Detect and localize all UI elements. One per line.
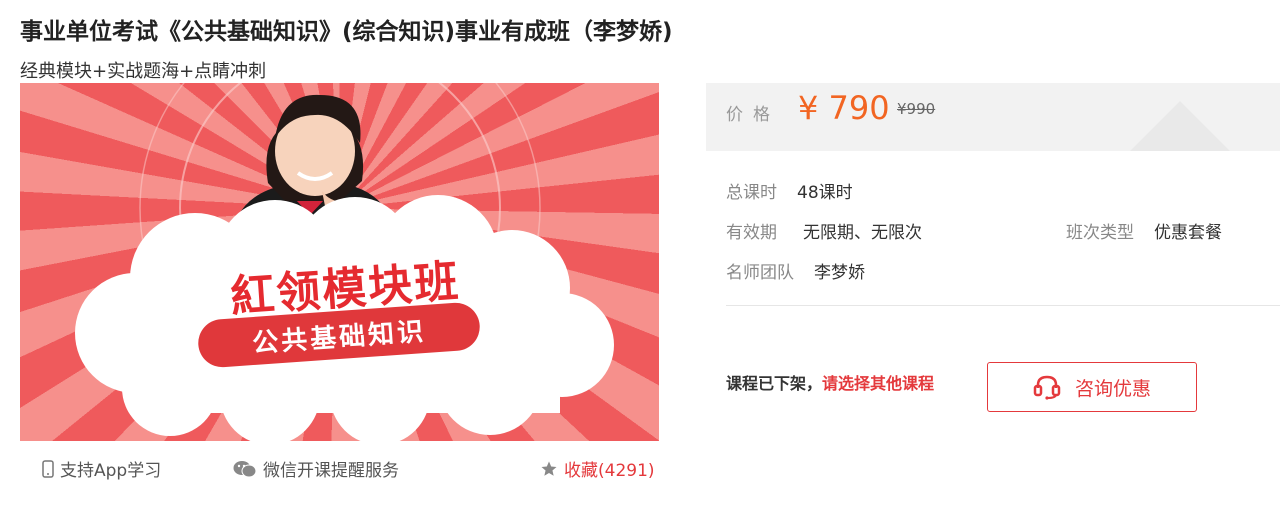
info-teacher: 名师团队 李梦娇 [726, 258, 865, 283]
price-decoration [1130, 101, 1230, 151]
course-subtitle: 经典模块+实战题海+点睛冲刺 [20, 61, 267, 82]
consult-button-label: 咨询优惠 [1074, 377, 1151, 400]
app-support-label: 支持App学习 [60, 461, 162, 481]
offline-hint: 请选择其他课程 [822, 374, 935, 393]
wechat-icon [233, 460, 257, 477]
price-panel: 价格 ¥ 790 ¥990 [706, 83, 1280, 151]
validity-value: 无限期、无限次 [803, 223, 922, 243]
teacher-value: 李梦娇 [814, 263, 865, 283]
headset-icon [1033, 375, 1061, 400]
wechat-reminder[interactable]: 微信开课提醒服务 [233, 456, 399, 481]
teacher-label: 名师团队 [726, 263, 794, 283]
info-validity: 有效期 无限期、无限次 [726, 218, 922, 243]
app-support[interactable]: 支持App学习 [42, 456, 161, 481]
info-total-hours: 总课时 48课时 [726, 178, 853, 203]
star-icon [541, 461, 557, 476]
total-hours-value: 48课时 [797, 183, 853, 203]
course-offline-notice: 课程已下架，请选择其他课程 [726, 370, 934, 394]
banner-footer: 支持App学习 微信开课提醒服务 收藏(4291) [20, 456, 659, 484]
favorite-button[interactable]: 收藏(4291) [540, 456, 655, 481]
offline-text: 课程已下架， [726, 374, 823, 393]
banner-pill-text: 公共基础知识 [251, 316, 428, 359]
price-label: 价格 [726, 105, 780, 125]
validity-label: 有效期 [726, 223, 777, 243]
original-price: ¥990 [897, 100, 936, 118]
wechat-reminder-label: 微信开课提醒服务 [263, 461, 399, 481]
class-type-value: 优惠套餐 [1154, 223, 1222, 243]
favorite-count: 收藏(4291) [564, 461, 655, 481]
course-title: 事业单位考试《公共基础知识》(综合知识)事业有成班（李梦娇) [20, 19, 673, 45]
course-banner-image[interactable]: 紅领模块班 公共基础知识 [20, 83, 659, 441]
info-divider [726, 305, 1280, 306]
class-type-label: 班次类型 [1066, 223, 1134, 243]
current-price: ¥ 790 [798, 89, 890, 127]
consult-button[interactable]: 咨询优惠 [987, 362, 1197, 412]
mobile-phone-icon [42, 459, 54, 478]
total-hours-label: 总课时 [726, 183, 777, 203]
info-class-type: 班次类型 优惠套餐 [1066, 218, 1222, 243]
